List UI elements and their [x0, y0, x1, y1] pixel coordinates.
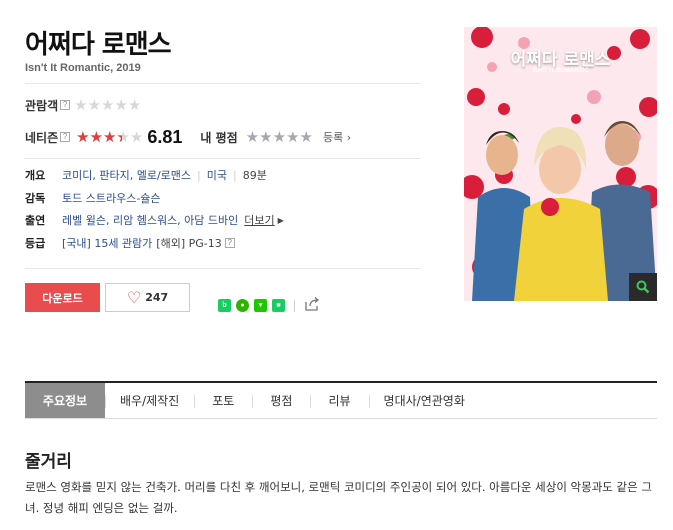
tab-main-info[interactable]: 주요정보: [25, 383, 105, 418]
zoom-button[interactable]: [629, 273, 657, 301]
movie-poster[interactable]: 어쩌다 로맨스 ISN'T IT ROMANTIC: [464, 27, 657, 301]
cast-link[interactable]: 레벨 윌슨, 리암 헴스워스, 아담 드바인: [62, 212, 238, 228]
movie-title: 어쩌다 로맨스: [25, 30, 172, 60]
tab-cast-crew[interactable]: 배우/제작진: [105, 383, 194, 418]
genres-link[interactable]: 코미디, 판타지, 멜로/로맨스: [62, 167, 191, 183]
tab-ratings[interactable]: 평점: [252, 383, 310, 418]
netizen-label: 네티즌: [25, 130, 59, 145]
audience-rating: 관람객 ? ★★★★★★★★★★: [25, 95, 141, 115]
grade-us: [해외] PG-13: [156, 237, 222, 250]
help-icon[interactable]: ?: [224, 238, 235, 248]
share-bar: b ● ▼ ■: [218, 296, 320, 315]
director-row: 감독 토드 스트라우스-슐슨: [25, 189, 161, 207]
country-link[interactable]: 미국: [207, 167, 227, 183]
netizen-rating: 네티즌 ? ★★★★★★★★★★ 6.81 내 평점 ★★★★★★★★★★ 등록…: [25, 127, 351, 147]
register-rating-link[interactable]: 등록 ›: [323, 129, 351, 145]
netizen-stars: ★★★★★★★★★★: [76, 128, 144, 146]
my-rating-stars[interactable]: ★★★★★★★★★★: [246, 129, 313, 145]
audience-stars: ★★★★★★★★★★: [74, 96, 142, 114]
director-link[interactable]: 토드 스트라우스-슐슨: [62, 190, 161, 206]
movie-original-title: Isn't It Romantic, 2019: [25, 62, 141, 74]
director-label: 감독: [25, 192, 46, 205]
tab-photos[interactable]: 포토: [194, 383, 252, 418]
cast-more-link[interactable]: 더보기: [244, 212, 274, 228]
share-icon[interactable]: [304, 296, 320, 315]
band-share-icon[interactable]: b: [218, 299, 231, 312]
help-icon[interactable]: ?: [60, 100, 71, 110]
chevron-right-icon: ▶: [277, 215, 284, 225]
grade-row: 등급 [국내] 15세 관람가 [해외] PG-13 ?: [25, 234, 235, 252]
download-button[interactable]: 다운로드: [25, 283, 100, 312]
tab-reviews[interactable]: 리뷰: [310, 383, 368, 418]
divider: [25, 158, 420, 159]
like-button[interactable]: ♡ 247: [105, 283, 190, 312]
tab-bar: 주요정보 배우/제작진 포토 평점 리뷰 명대사/연관영화: [25, 381, 657, 419]
cast-row: 출연 레벨 윌슨, 리암 헴스워스, 아담 드바인 더보기 ▶: [25, 211, 284, 229]
synopsis-heading: 줄거리: [25, 452, 72, 472]
line-share-icon[interactable]: ●: [236, 299, 249, 312]
poster-title: 어쩌다 로맨스: [510, 50, 611, 70]
like-count: 247: [145, 291, 169, 304]
help-icon[interactable]: ?: [60, 132, 71, 142]
netizen-score: 6.81: [147, 126, 183, 147]
overview-row: 개요 코미디, 판타지, 멜로/로맨스 | 미국 | 89분: [25, 167, 267, 183]
blog-share-icon[interactable]: ■: [272, 299, 285, 312]
bookmark-share-icon[interactable]: ▼: [254, 299, 267, 312]
audience-label: 관람객: [25, 98, 59, 113]
synopsis-text: 로맨스 영화를 믿지 않는 건축가. 머리를 다친 후 깨어보니, 로맨틱 코미…: [25, 480, 652, 515]
overview-label: 개요: [25, 169, 46, 182]
tab-quotes-related[interactable]: 명대사/연관영화: [368, 383, 480, 418]
search-icon: [636, 280, 650, 294]
poster-subtitle: ISN'T IT ROMANTIC: [532, 68, 589, 74]
grade-kr[interactable]: [국내] 15세 관람가: [62, 235, 152, 251]
cast-label: 출연: [25, 214, 46, 227]
heart-icon: ♡: [126, 288, 142, 307]
divider: [25, 268, 420, 269]
divider: [25, 83, 420, 84]
runtime: 89분: [242, 169, 267, 182]
grade-label: 등급: [25, 237, 46, 250]
my-rating-label: 내 평점: [200, 130, 238, 145]
